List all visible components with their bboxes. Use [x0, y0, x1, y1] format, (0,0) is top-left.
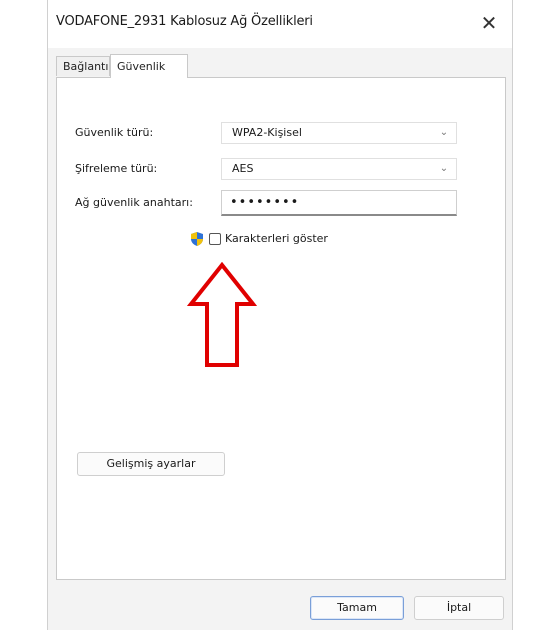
network-key-input[interactable]: ••••••••: [221, 190, 457, 216]
wireless-properties-dialog: VODAFONE_2931 Kablosuz Ağ Özellikleri ✕ …: [47, 0, 513, 630]
encryption-type-value: AES: [232, 162, 254, 175]
show-characters-label[interactable]: Karakterleri göster: [225, 232, 328, 245]
network-key-label: Ağ güvenlik anahtarı:: [75, 196, 193, 209]
security-type-select[interactable]: WPA2-Kişisel ⌄: [221, 122, 457, 144]
chevron-down-icon: ⌄: [439, 163, 449, 174]
close-icon[interactable]: ✕: [476, 10, 502, 36]
ok-button[interactable]: Tamam: [310, 596, 404, 620]
red-up-arrow-annotation: [187, 262, 257, 367]
security-type-label: Güvenlik türü:: [75, 126, 154, 139]
advanced-settings-button[interactable]: Gelişmiş ayarlar: [77, 452, 225, 476]
title-bar: VODAFONE_2931 Kablosuz Ağ Özellikleri ✕: [48, 0, 512, 48]
tab-connection[interactable]: Bağlantı: [56, 56, 110, 76]
cancel-button[interactable]: İptal: [414, 596, 504, 620]
tab-security[interactable]: Güvenlik: [110, 54, 188, 78]
security-type-value: WPA2-Kişisel: [232, 126, 302, 139]
show-characters-checkbox[interactable]: [209, 233, 221, 245]
window-title: VODAFONE_2931 Kablosuz Ağ Özellikleri: [56, 14, 313, 29]
encryption-type-label: Şifreleme türü:: [75, 162, 158, 175]
uac-shield-icon: [191, 232, 203, 246]
encryption-type-select[interactable]: AES ⌄: [221, 158, 457, 180]
security-panel: Güvenlik türü: WPA2-Kişisel ⌄ Şifreleme …: [56, 77, 506, 580]
chevron-down-icon: ⌄: [439, 127, 449, 138]
